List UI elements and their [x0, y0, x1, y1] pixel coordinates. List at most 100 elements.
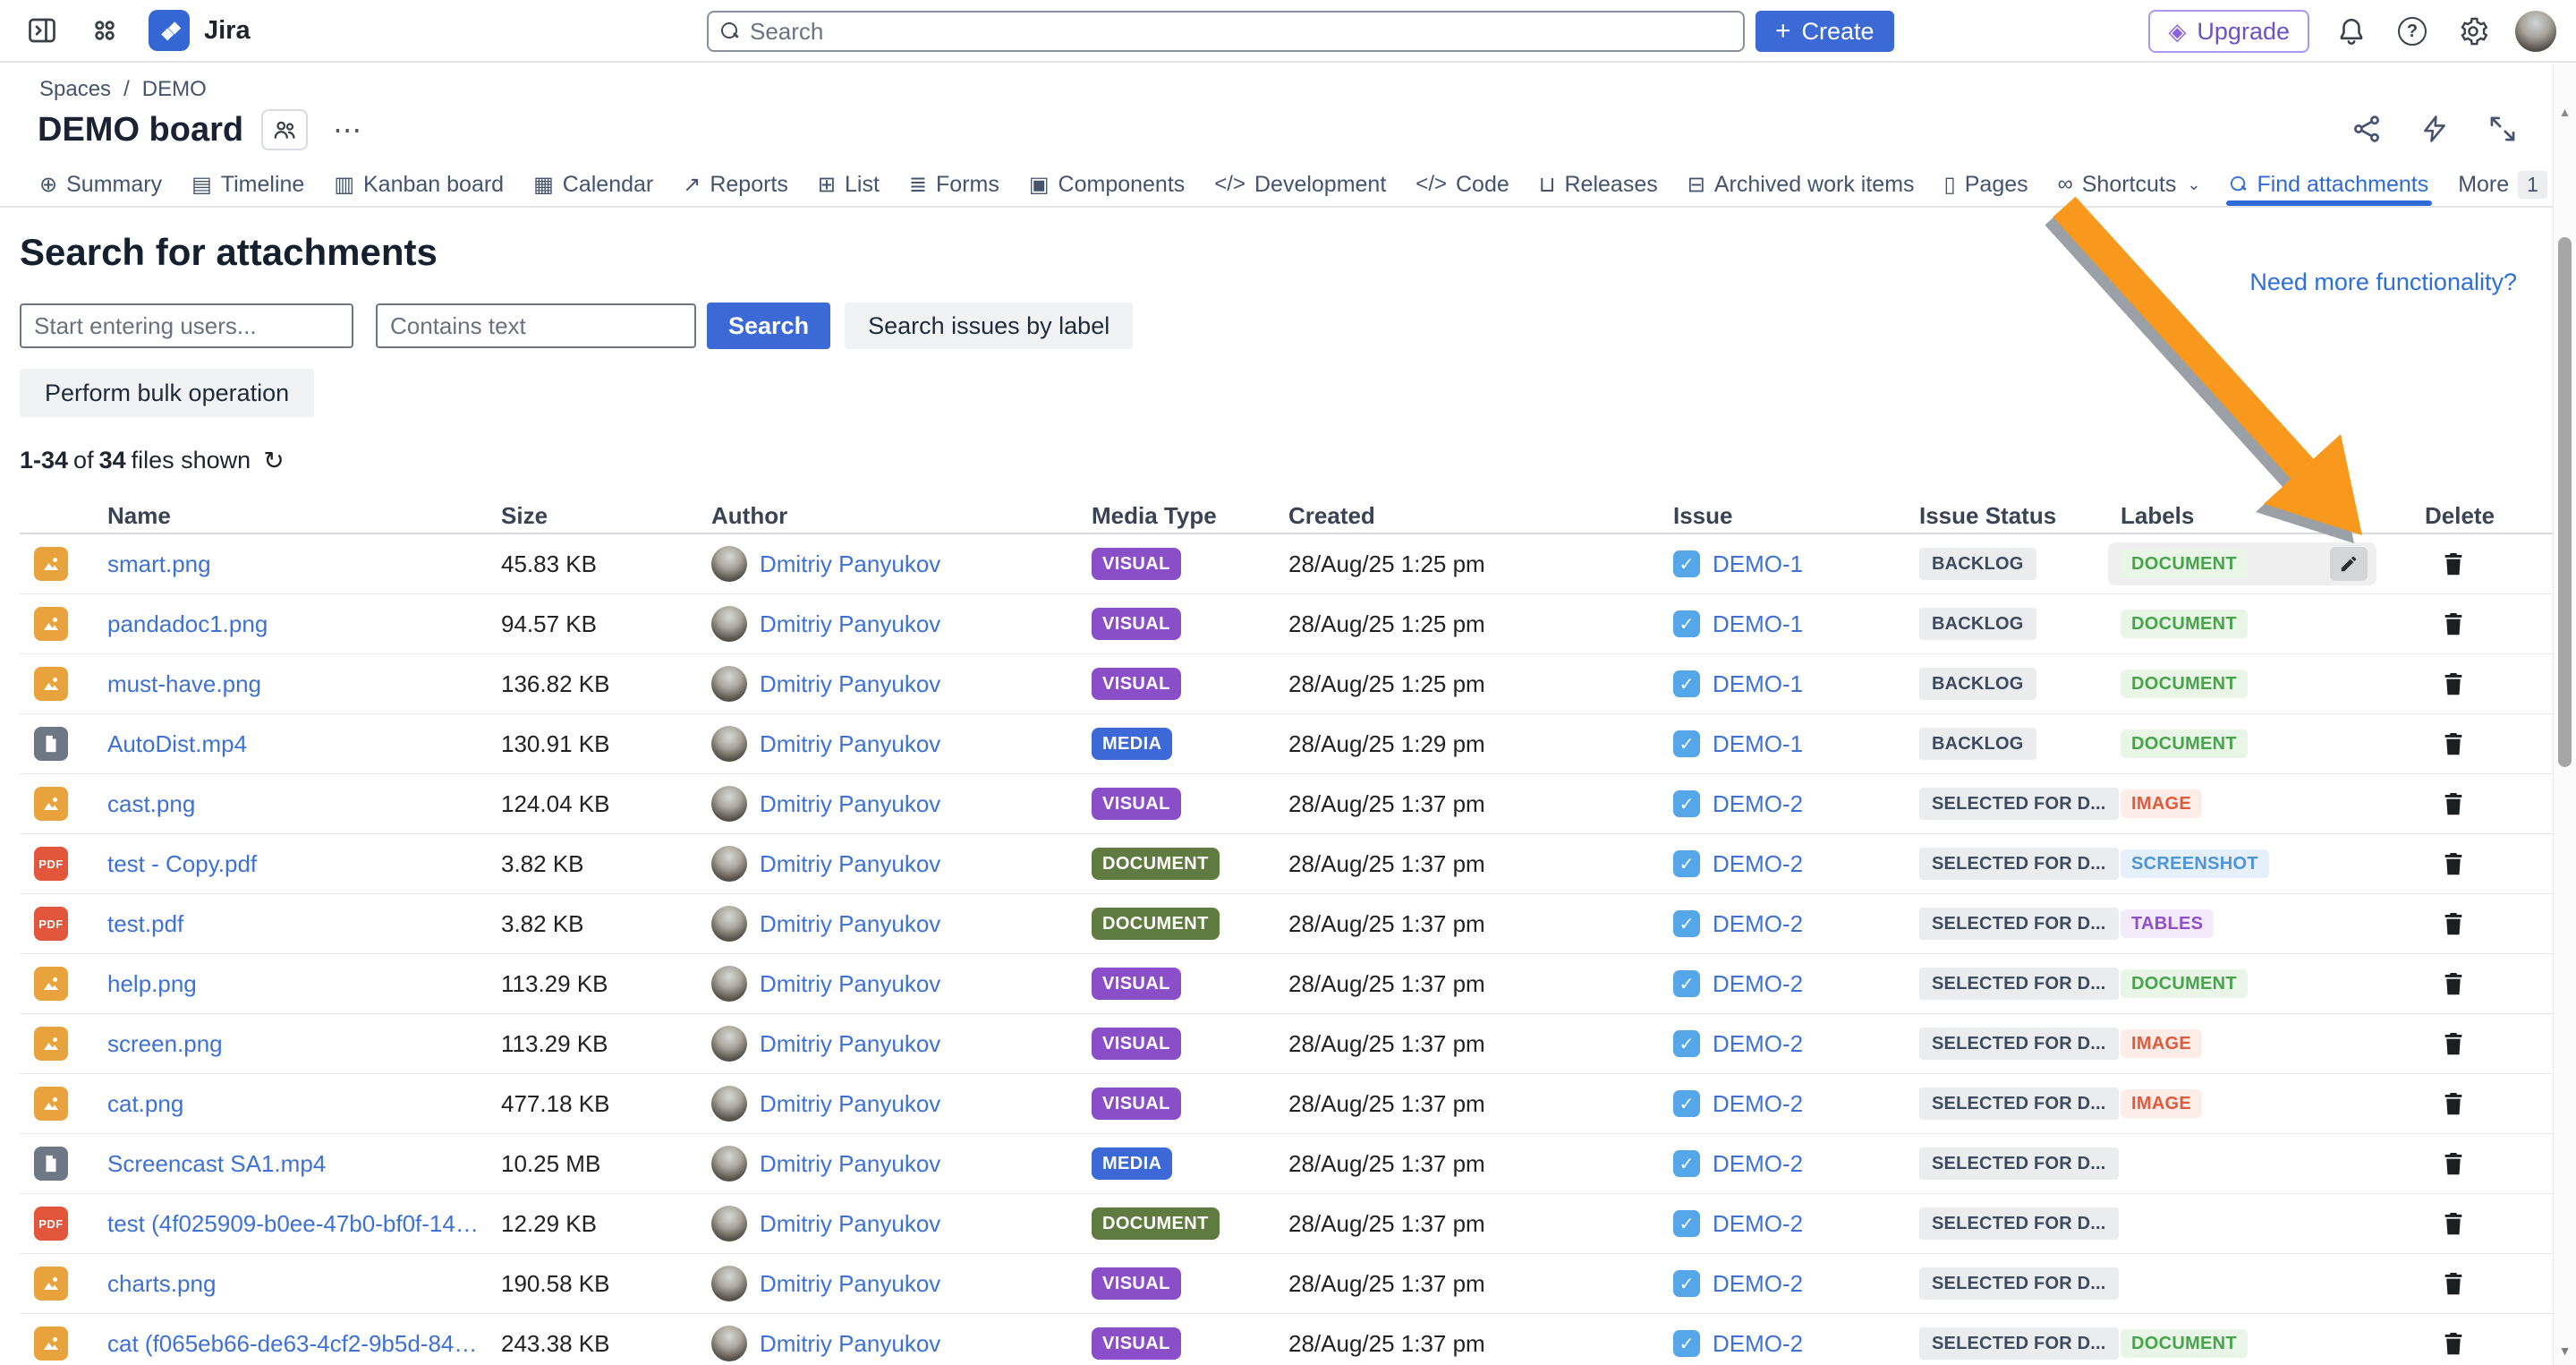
refresh-icon[interactable]: ↻ — [263, 446, 284, 475]
delete-trash-icon[interactable] — [2439, 849, 2468, 878]
tab-calendar[interactable]: ▦Calendar — [533, 163, 653, 206]
edit-label-pencil-button[interactable] — [2330, 547, 2368, 581]
author-link[interactable]: Dmitriy Panyukov — [760, 1270, 956, 1298]
breadcrumb-spaces[interactable]: Spaces — [39, 77, 111, 102]
author-link[interactable]: Dmitriy Panyukov — [760, 1330, 956, 1358]
board-more-menu[interactable]: ⋯ — [326, 113, 370, 147]
search-button[interactable]: Search — [707, 303, 830, 349]
delete-trash-icon[interactable] — [2439, 1209, 2468, 1238]
notifications-bell-icon[interactable] — [2333, 13, 2370, 50]
scrollbar-thumb[interactable] — [2558, 237, 2572, 767]
author-link[interactable]: Dmitriy Panyukov — [760, 790, 956, 818]
app-switcher-icon[interactable] — [86, 12, 123, 49]
author-link[interactable]: Dmitriy Panyukov — [760, 1030, 956, 1058]
help-icon[interactable]: ? — [2393, 13, 2431, 50]
file-name-link[interactable]: test - Copy.pdf — [107, 850, 501, 878]
author-link[interactable]: Dmitriy Panyukov — [760, 610, 956, 638]
contains-text-input[interactable] — [376, 303, 696, 348]
author-link[interactable]: Dmitriy Panyukov — [760, 730, 956, 758]
vertical-scrollbar[interactable]: ▲ ▼ — [2553, 64, 2576, 1365]
tab-list[interactable]: ⊞List — [818, 163, 880, 206]
tab-find-attachments[interactable]: Find attachments — [2230, 163, 2428, 206]
file-name-link[interactable]: cat (f065eb66-de63-4cf2-9b5d-843f1b9e… — [107, 1330, 501, 1358]
issue-link[interactable]: DEMO-2 — [1713, 1030, 1819, 1058]
issue-link[interactable]: DEMO-1 — [1713, 730, 1819, 758]
tab-kanban-board[interactable]: ▥Kanban board — [334, 163, 504, 206]
board-members-button[interactable] — [261, 109, 308, 150]
file-name-link[interactable]: AutoDist.mp4 — [107, 730, 501, 758]
delete-trash-icon[interactable] — [2439, 1029, 2468, 1058]
tab-timeline[interactable]: ▤Timeline — [191, 163, 304, 206]
author-link[interactable]: Dmitriy Panyukov — [760, 550, 956, 578]
tab-shortcuts[interactable]: ∞Shortcuts⌄ — [2058, 163, 2201, 206]
fullscreen-expand-icon[interactable] — [2485, 111, 2521, 147]
issue-link[interactable]: DEMO-2 — [1713, 790, 1819, 818]
tab-reports[interactable]: ↗Reports — [683, 163, 788, 206]
breadcrumb-demo[interactable]: DEMO — [142, 77, 207, 102]
create-button[interactable]: + Create — [1756, 11, 1894, 52]
issue-link[interactable]: DEMO-2 — [1713, 1270, 1819, 1298]
global-search-input[interactable]: Search — [707, 11, 1745, 52]
author-link[interactable]: Dmitriy Panyukov — [760, 1150, 956, 1178]
file-name-link[interactable]: test (4f025909-b0ee-47b0-bf0f-147c8afd… — [107, 1210, 501, 1238]
tab-releases[interactable]: ⊔Releases — [1539, 163, 1658, 206]
issue-link[interactable]: DEMO-2 — [1713, 1090, 1819, 1118]
file-name-link[interactable]: charts.png — [107, 1270, 501, 1298]
automation-bolt-icon[interactable] — [2417, 111, 2453, 147]
delete-trash-icon[interactable] — [2439, 729, 2468, 758]
search-issues-by-label-button[interactable]: Search issues by label — [845, 303, 1133, 349]
jira-home-link[interactable]: Jira — [149, 10, 251, 51]
tab-components[interactable]: ▣Components — [1029, 163, 1185, 206]
delete-trash-icon[interactable] — [2439, 1269, 2468, 1298]
issue-link[interactable]: DEMO-2 — [1713, 1330, 1819, 1358]
file-name-link[interactable]: test.pdf — [107, 910, 501, 938]
issue-link[interactable]: DEMO-2 — [1713, 970, 1819, 998]
delete-trash-icon[interactable] — [2439, 1089, 2468, 1118]
tab-pages[interactable]: ▯Pages — [1944, 163, 2028, 206]
delete-trash-icon[interactable] — [2439, 789, 2468, 818]
file-name-link[interactable]: pandadoc1.png — [107, 610, 501, 638]
issue-link[interactable]: DEMO-1 — [1713, 670, 1819, 698]
delete-trash-icon[interactable] — [2439, 909, 2468, 938]
author-link[interactable]: Dmitriy Panyukov — [760, 910, 956, 938]
tab-archived-work-items[interactable]: ⊟Archived work items — [1688, 163, 1915, 206]
user-avatar[interactable] — [2515, 11, 2556, 52]
tab-forms[interactable]: ≣Forms — [909, 163, 999, 206]
author-link[interactable]: Dmitriy Panyukov — [760, 1090, 956, 1118]
file-name-link[interactable]: Screencast SA1.mp4 — [107, 1150, 501, 1178]
file-name-link[interactable]: help.png — [107, 970, 501, 998]
issue-link[interactable]: DEMO-2 — [1713, 850, 1819, 878]
need-more-functionality-link[interactable]: Need more functionality? — [2249, 269, 2517, 296]
file-name-link[interactable]: smart.png — [107, 550, 501, 578]
author-link[interactable]: Dmitriy Panyukov — [760, 850, 956, 878]
tab-development[interactable]: </>Development — [1214, 163, 1386, 206]
tab-code[interactable]: </>Code — [1416, 163, 1509, 206]
file-name-link[interactable]: screen.png — [107, 1030, 501, 1058]
issue-link[interactable]: DEMO-2 — [1713, 910, 1819, 938]
author-link[interactable]: Dmitriy Panyukov — [760, 670, 956, 698]
users-filter-input[interactable] — [20, 303, 353, 348]
file-name-link[interactable]: cat.png — [107, 1090, 501, 1118]
delete-trash-icon[interactable] — [2439, 610, 2468, 638]
delete-trash-icon[interactable] — [2439, 550, 2468, 578]
label-edit-box[interactable]: DOCUMENT — [2108, 542, 2376, 585]
issue-link[interactable]: DEMO-2 — [1713, 1150, 1819, 1178]
issue-link[interactable]: DEMO-1 — [1713, 550, 1819, 578]
author-link[interactable]: Dmitriy Panyukov — [760, 1210, 956, 1238]
delete-trash-icon[interactable] — [2439, 1329, 2468, 1358]
delete-trash-icon[interactable] — [2439, 670, 2468, 698]
issue-link[interactable]: DEMO-1 — [1713, 610, 1819, 638]
scrollbar-down-arrow[interactable]: ▼ — [2554, 1344, 2576, 1358]
file-name-link[interactable]: cast.png — [107, 790, 501, 818]
issue-link[interactable]: DEMO-2 — [1713, 1210, 1819, 1238]
author-link[interactable]: Dmitriy Panyukov — [760, 970, 956, 998]
sidebar-toggle-icon[interactable] — [23, 12, 61, 49]
scrollbar-up-arrow[interactable]: ▲ — [2554, 105, 2576, 119]
tab-summary[interactable]: ⊕Summary — [39, 163, 162, 206]
tab-more[interactable]: More1 — [2458, 163, 2547, 206]
delete-trash-icon[interactable] — [2439, 969, 2468, 998]
delete-trash-icon[interactable] — [2439, 1149, 2468, 1178]
upgrade-button[interactable]: ◈ Upgrade — [2148, 10, 2309, 53]
share-icon[interactable] — [2349, 111, 2385, 147]
file-name-link[interactable]: must-have.png — [107, 670, 501, 698]
